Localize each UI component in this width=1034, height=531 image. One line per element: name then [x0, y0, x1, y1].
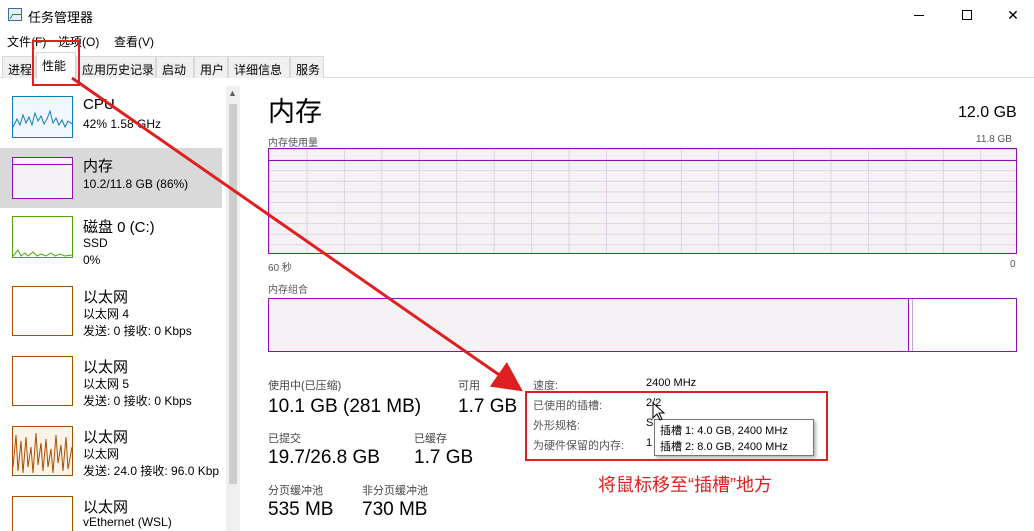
annotation-instruction: 将鼠标移至“插槽”地方: [598, 475, 772, 495]
annotation-arrow: [71, 76, 523, 392]
